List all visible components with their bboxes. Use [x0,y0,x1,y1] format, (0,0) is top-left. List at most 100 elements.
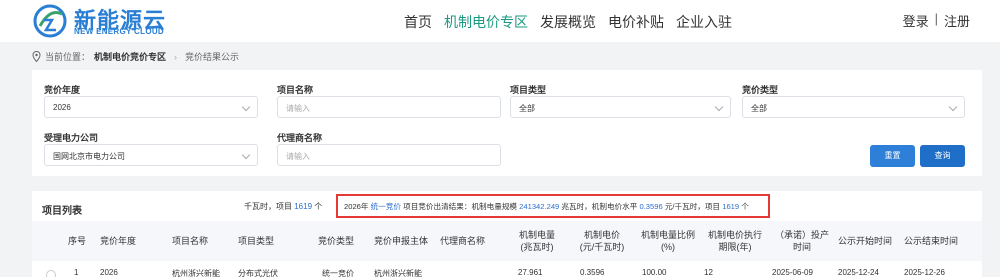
column-header: 竞价年度 [100,221,160,261]
table-row[interactable]: 1 2026 杭州浙兴新能 分布式光伏 统一竞价 杭州浙兴新能 27.961 0.3596 10… [32,262,982,277]
result-title: 项目列表 [42,206,82,217]
column-header-text: 机制电量 (兆瓦时) [519,229,555,253]
power-company-select[interactable]: 国网北京市电力公司 [44,144,258,166]
chevron-down-icon [714,102,724,112]
column-header: 机制电量比例 (%) [638,221,698,261]
summary-scale: 241342.249 [519,202,560,211]
column-header: 项目类型 [238,221,308,261]
summary-bid-type: 统一竞价 [370,202,401,211]
auth-links: 登录 | 注册 [903,11,970,30]
table-cell: 2026 [100,268,118,277]
summary-price: 0.3596 [639,202,663,211]
table-cell: 统一竞价 [322,269,354,277]
column-header-text: 机制电价执行 期限(年) [708,229,762,253]
year-select[interactable]: 2026 [44,96,258,118]
summary-text-4: 个 [741,202,749,211]
column-header-line: 期限(年) [718,242,752,252]
project-type-value: 全部 [519,104,535,113]
table-cell: 100.00 [642,268,667,277]
table-header: 序号 竞价年度 项目名称 项目类型 竞价类型 竞价申报主体 代理商名称 机制电量 (兆瓦时) 机制… [32,221,982,261]
reset-button[interactable]: 重置 [870,145,915,167]
breadcrumb-arrow-icon: › [174,51,178,62]
table-cell: 分布式光伏 [238,269,278,277]
column-header-text: 竞价年度 [100,235,136,247]
column-header-text: 公示开始时间 [838,235,892,247]
table-cell: 1 [74,268,79,277]
table-cell: 杭州浙兴新能 [172,269,220,277]
column-header-line: 机制电价执行 [707,229,762,240]
column-header: 机制电价执行 期限(年) [704,221,766,261]
bid-type-select[interactable]: 全部 [742,96,965,118]
agent-input[interactable]: 请输入 [277,144,501,166]
summary-left-suffix: 个 [314,202,323,211]
auth-separator: | [934,11,938,26]
main-nav: 首页 机制电价专区 发展概览 电价补贴 企业入驻 [404,12,732,32]
column-header-line: 项目名称 [172,235,209,246]
column-header-line: (兆瓦时) [520,242,554,252]
table-cell: 27.961 [518,268,543,277]
project-name-input[interactable]: 请输入 [277,96,501,118]
filter-panel: 竞价年度 2026 项目名称 请输入 项目类型 全部 竞价类型 全部 受理电力公… [32,70,982,176]
table-cell: 2025-12-24 [838,268,879,277]
result-panel: 项目列表 千瓦时，项目 1619 个 2026年 统一竞价 项目竞价出清结果：机… [32,191,982,277]
project-type-select[interactable]: 全部 [510,96,731,118]
nav-subsidy[interactable]: 电价补贴 [608,12,664,32]
nav-home[interactable]: 首页 [404,12,432,32]
column-header-line: 时间 [792,242,811,252]
nav-enterprise[interactable]: 企业入驻 [676,12,732,32]
nav-overview[interactable]: 发展概览 [540,12,596,32]
power-company-value: 国网北京市电力公司 [53,152,125,161]
bid-type-value: 全部 [751,104,767,113]
column-header: （承诺）投产 时间 [772,221,832,261]
register-link[interactable]: 注册 [944,11,970,30]
brand-tagline: NEW ENERGY CLOUD [74,27,164,36]
nav-mechanism-price[interactable]: 机制电价专区 [444,12,528,32]
breadcrumb-prefix: 当前位置： [45,52,91,62]
table-cell: 0.3596 [580,268,605,277]
column-header-text: 项目类型 [238,235,274,247]
project-name-label: 项目名称 [277,85,314,95]
query-button[interactable]: 查询 [920,145,965,167]
column-header-line: (%) [660,242,675,252]
location-pin-icon [32,51,41,62]
column-header-text: 项目名称 [172,235,208,247]
column-header-text: 机制电价 (元/千瓦时) [580,229,625,253]
column-header-line: (元/千瓦时) [579,242,625,252]
table-cell: 2025-12-26 [904,268,945,277]
breadcrumb-section[interactable]: 机制电价竞价专区 [94,50,166,63]
chevron-down-icon [948,102,958,112]
column-header-text: 竞价申报主体 [374,235,428,247]
year-label: 竞价年度 [44,85,81,95]
column-header-line: 序号 [68,235,87,246]
power-company-label: 受理电力公司 [44,133,99,143]
summary-left: 千瓦时，项目 1619 个 [244,201,322,212]
logo-icon[interactable] [32,4,68,38]
breadcrumb: 当前位置： 机制电价竞价专区 › 竞价结果公示 [32,50,239,63]
column-header-text: 机制电量比例 (%) [641,229,695,253]
column-header-line: （承诺）投产 [774,229,829,240]
year-select-value: 2026 [53,103,71,112]
login-link[interactable]: 登录 [903,11,929,30]
column-header-text: 序号 [68,235,86,247]
row-radio[interactable] [46,270,56,277]
column-header-line: 竞价年度 [100,235,137,246]
column-header-line: 代理商名称 [440,235,486,246]
column-header: 竞价类型 [318,221,368,261]
column-header: 项目名称 [172,221,230,261]
column-header: 机制电价 (元/千瓦时) [574,221,630,261]
breadcrumb-page: 竞价结果公示 [185,52,240,62]
column-header: 机制电量 (兆瓦时) [510,221,564,261]
summary-year: 2026年 [344,202,369,211]
column-header: 代理商名称 [440,221,504,261]
summary-text-2: 兆瓦时，机制电价水平 [561,202,638,211]
summary-text-1: 项目竞价出清结果：机制电量规模 [403,202,518,211]
project-type-label: 项目类型 [510,85,547,95]
summary-left-count: 1619 [294,202,313,211]
table-cell: 杭州浙兴新能 [374,269,422,277]
column-header: 序号 [68,221,90,261]
column-header-line: 项目类型 [238,235,275,246]
chevron-down-icon [241,102,251,112]
column-header-text: 竞价类型 [318,235,354,247]
column-header: 竞价申报主体 [374,221,434,261]
column-header-text: （承诺）投产 时间 [775,229,829,253]
